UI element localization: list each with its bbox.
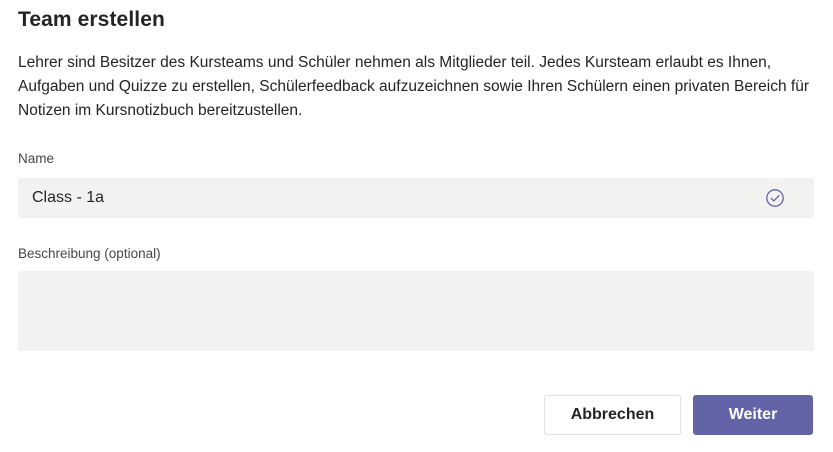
cancel-button[interactable]: Abbrechen [544, 395, 681, 435]
dialog-description: Lehrer sind Besitzer des Kursteams und S… [18, 54, 809, 119]
next-button[interactable]: Weiter [693, 395, 813, 435]
dialog-title: Team erstellen [18, 8, 165, 31]
check-circle-icon [766, 189, 784, 207]
description-label: Beschreibung (optional) [18, 246, 161, 261]
description-input[interactable] [18, 271, 814, 351]
name-input[interactable] [18, 178, 758, 218]
description-field[interactable] [18, 271, 814, 351]
name-label: Name [18, 151, 55, 166]
name-field[interactable] [18, 178, 814, 218]
create-team-dialog: Team erstellen Lehrer sind Besitzer des … [0, 0, 833, 452]
